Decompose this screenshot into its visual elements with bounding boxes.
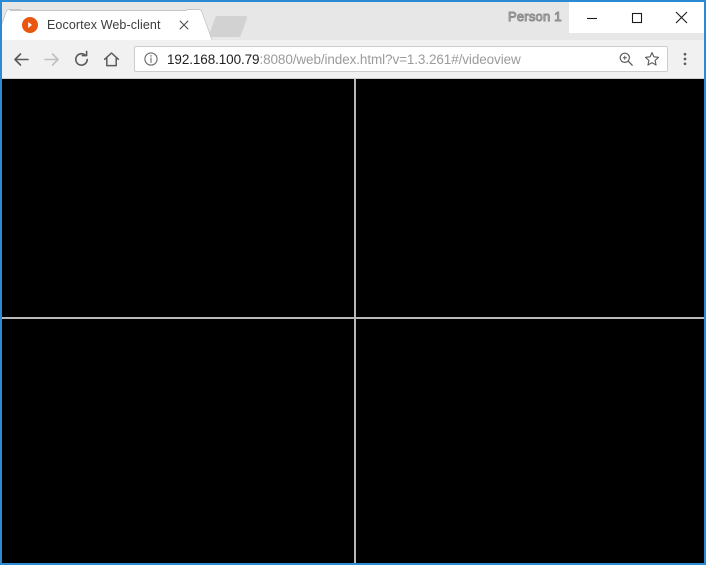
video-cell-4[interactable] bbox=[356, 319, 704, 563]
reload-icon[interactable] bbox=[66, 44, 96, 74]
url-host: 192.168.100.79 bbox=[167, 51, 260, 67]
back-arrow-icon[interactable] bbox=[6, 44, 36, 74]
browser-window: Eocortex Web-client Person 1 192.168.100… bbox=[0, 0, 706, 565]
home-icon[interactable] bbox=[96, 44, 126, 74]
three-dot-menu-icon[interactable] bbox=[672, 44, 698, 74]
tab-title: Eocortex Web-client bbox=[47, 18, 161, 32]
video-cell-3[interactable] bbox=[2, 319, 354, 563]
tab-top-border bbox=[10, 10, 198, 11]
omnibox[interactable]: 192.168.100.79:8080/web/index.html?v=1.3… bbox=[134, 46, 668, 72]
video-viewport bbox=[2, 79, 704, 563]
close-icon[interactable] bbox=[659, 2, 704, 33]
browser-tab-eocortex[interactable]: Eocortex Web-client bbox=[10, 10, 198, 40]
tab-close-icon[interactable] bbox=[176, 17, 192, 33]
info-circle-icon[interactable] bbox=[143, 51, 159, 67]
forward-arrow-icon bbox=[36, 44, 66, 74]
maximize-icon[interactable] bbox=[614, 2, 659, 33]
url-path: :8080/web/index.html?v=1.3.261#/videovie… bbox=[259, 51, 521, 67]
tab-strip: Eocortex Web-client Person 1 bbox=[2, 0, 704, 40]
browser-toolbar: 192.168.100.79:8080/web/index.html?v=1.3… bbox=[2, 40, 704, 79]
video-grid-2x2 bbox=[2, 79, 704, 563]
overlay-annotation-person-1: Person 1 bbox=[508, 9, 562, 25]
eocortex-play-icon bbox=[22, 17, 38, 33]
video-cell-2[interactable] bbox=[356, 79, 704, 317]
url-text: 192.168.100.79:8080/web/index.html?v=1.3… bbox=[167, 52, 613, 67]
window-controls bbox=[569, 2, 704, 33]
video-cell-1[interactable] bbox=[2, 79, 354, 317]
minimize-icon[interactable] bbox=[569, 2, 614, 33]
zoom-magnifier-icon[interactable] bbox=[613, 47, 639, 71]
new-tab-button[interactable] bbox=[208, 16, 248, 37]
star-outline-icon[interactable] bbox=[639, 47, 665, 71]
